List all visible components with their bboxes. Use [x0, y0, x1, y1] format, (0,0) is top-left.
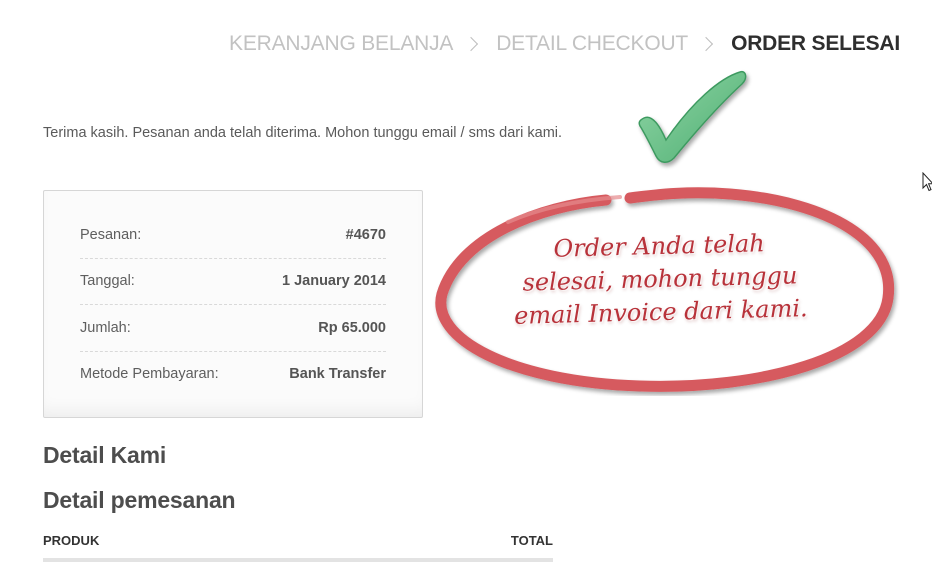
order-number-row: Pesanan: #4670 [80, 212, 386, 259]
mouse-pointer-icon [922, 172, 932, 192]
order-complete-annotation: Order Anda telah selesai, mohon tunggu e… [430, 66, 900, 396]
detail-kami-heading: Detail Kami [43, 442, 167, 468]
order-total-row: Jumlah: Rp 65.000 [80, 305, 386, 352]
chevron-right-icon [698, 36, 714, 52]
column-header-total: TOTAL [510, 533, 553, 548]
chevron-right-icon [464, 36, 479, 52]
payment-method-value: Bank Transfer [289, 366, 386, 383]
order-date-label: Tanggal: [80, 273, 135, 290]
detail-pemesanan-heading: Detail pemesanan [43, 487, 236, 513]
breadcrumb-step-order-complete: ORDER SELESAI [731, 32, 900, 55]
order-table-header: PRODUK TOTAL [43, 533, 553, 548]
order-total-label: Jumlah: [80, 319, 131, 336]
column-header-produk: PRODUK [43, 533, 100, 548]
table-header-divider [43, 558, 553, 562]
annotation-text: Order Anda telah selesai, mohon tunggu e… [513, 229, 808, 330]
payment-method-row: Metode Pembayaran: Bank Transfer [80, 352, 386, 398]
order-number-label: Pesanan: [80, 226, 142, 243]
order-summary-box: Pesanan: #4670 Tanggal: 1 January 2014 J… [43, 190, 423, 418]
payment-method-label: Metode Pembayaran: [80, 366, 219, 383]
breadcrumb: KERANJANG BELANJA DETAIL CHECKOUT ORDER … [229, 32, 900, 56]
order-total-value: Rp 65.000 [318, 319, 386, 336]
order-date-value: 1 January 2014 [282, 273, 386, 290]
breadcrumb-step-cart[interactable]: KERANJANG BELANJA [229, 32, 453, 56]
checkmark-icon [638, 70, 747, 163]
order-date-row: Tanggal: 1 January 2014 [80, 259, 386, 305]
breadcrumb-step-checkout[interactable]: DETAIL CHECKOUT [496, 32, 688, 56]
order-number-value: #4670 [345, 226, 386, 243]
